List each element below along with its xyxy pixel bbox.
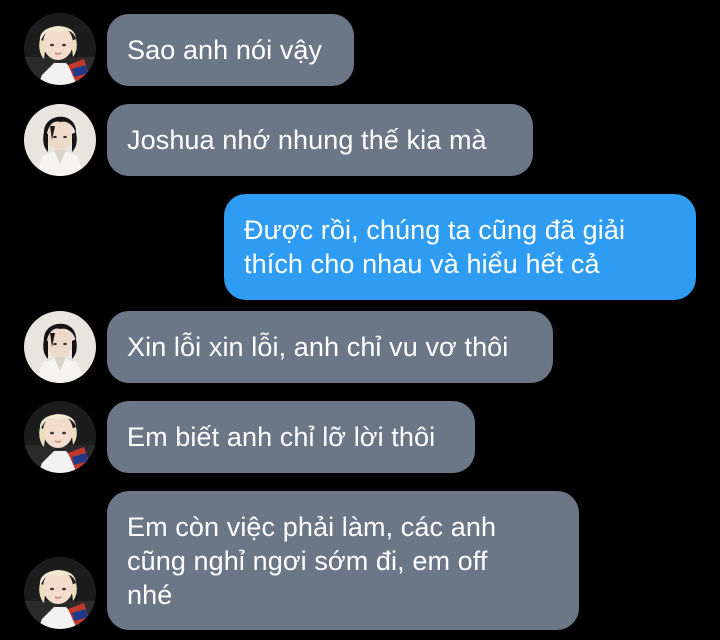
avatar[interactable] — [24, 104, 96, 176]
blonde-person-avatar-icon — [24, 401, 96, 473]
message-bubble-outgoing[interactable]: Được rồi, chúng ta cũng đã giải thích ch… — [224, 194, 696, 300]
message-bubble[interactable]: Em biết anh chỉ lỡ lời thôi — [107, 401, 475, 473]
avatar[interactable] — [24, 401, 96, 473]
avatar[interactable] — [24, 13, 96, 85]
dark-haired-person-avatar-icon — [24, 104, 96, 176]
avatar[interactable] — [24, 311, 96, 383]
blonde-person-avatar-icon — [24, 13, 96, 85]
chat-thread: Sao anh nói vậy Joshua nhớ nhung thế kia… — [0, 0, 720, 640]
blonde-person-avatar-icon — [24, 557, 96, 629]
message-bubble[interactable]: Em còn việc phải làm, các anh cũng nghỉ … — [107, 491, 579, 630]
dark-haired-person-avatar-icon — [24, 311, 96, 383]
avatar[interactable] — [24, 557, 96, 629]
message-bubble[interactable]: Xin lỗi xin lỗi, anh chỉ vu vơ thôi — [107, 311, 553, 383]
message-bubble[interactable]: Sao anh nói vậy — [107, 14, 354, 86]
message-bubble[interactable]: Joshua nhớ nhung thế kia mà — [107, 104, 533, 176]
